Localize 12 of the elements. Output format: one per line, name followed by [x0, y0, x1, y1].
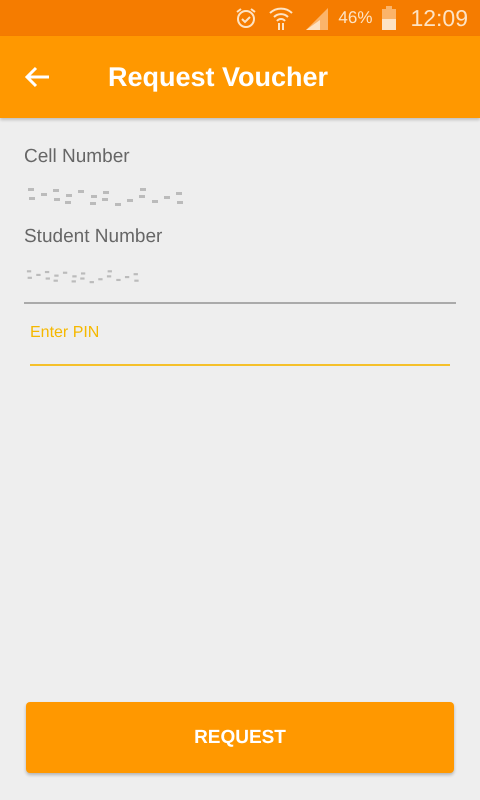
- battery-percent: 46%: [338, 8, 372, 28]
- alarm-clock-icon: [234, 6, 258, 30]
- floating-label: Enter PIN: [30, 324, 100, 342]
- field-label: Student Number: [24, 226, 164, 248]
- signal-icon: [304, 6, 328, 30]
- wifi-icon: [268, 5, 294, 31]
- screen-title: Request Voucher: [108, 62, 328, 92]
- battery-icon: [382, 6, 396, 30]
- request-button[interactable]: REQUEST: [26, 702, 454, 773]
- field-label: Cell Number: [24, 146, 131, 168]
- back-arrow-icon[interactable]: [24, 66, 50, 88]
- clock-time: 12:09: [410, 4, 468, 32]
